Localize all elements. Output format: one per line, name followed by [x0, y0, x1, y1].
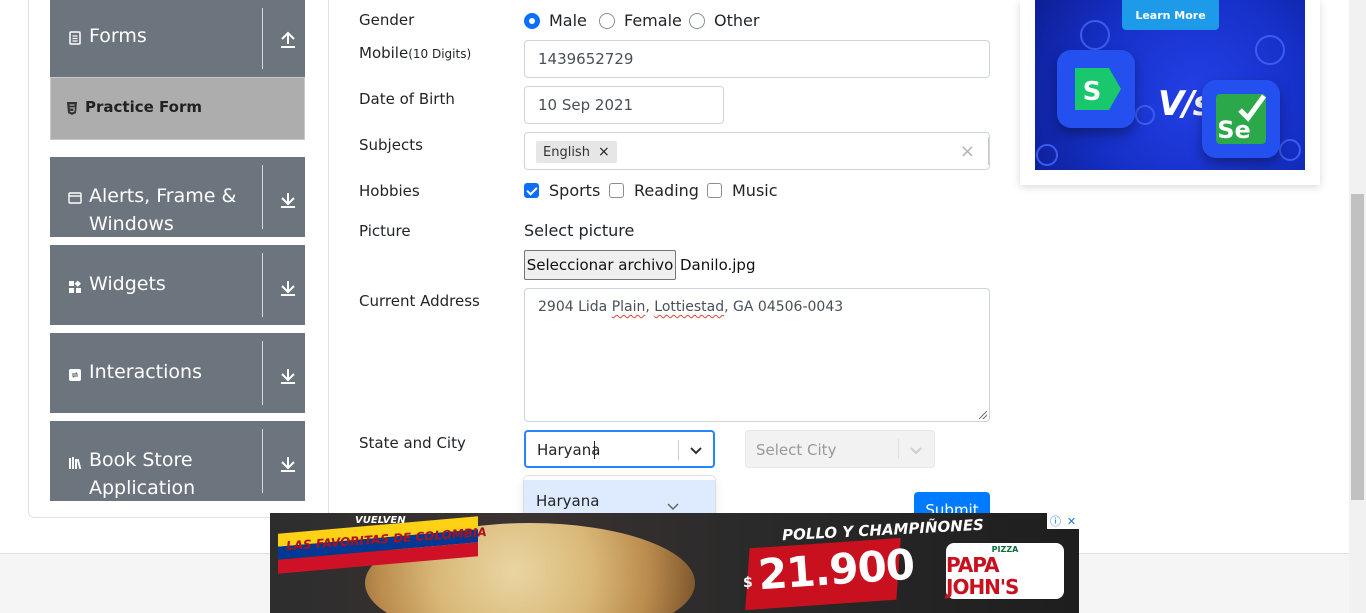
state-city-label: State and City [359, 434, 466, 452]
radio-button[interactable] [599, 12, 615, 29]
sidebar-group-label: Book Store [89, 449, 193, 471]
ad-banner-bottom[interactable]: VUELVEN LAS FAVORITAS DE COLOMBIA POLLO … [270, 513, 1079, 613]
hobby-checkbox-reading[interactable]: Reading [609, 181, 699, 200]
radio-button[interactable] [524, 12, 540, 29]
learn-more-button[interactable]: Learn More [1122, 0, 1219, 30]
selenium-logo: Se [1202, 80, 1280, 158]
gender-radio-male[interactable]: Male [524, 11, 587, 30]
chevron-down-icon [667, 503, 679, 511]
hobby-checkbox-sports[interactable]: Sports [524, 181, 600, 200]
document-icon [69, 31, 81, 45]
state-dropdown-menu: Haryana [524, 476, 715, 516]
ad-tag: VUELVEN [355, 515, 406, 526]
vertical-scrollbar[interactable] [1349, 0, 1366, 613]
svg-text:S: S [1083, 77, 1102, 107]
selected-file-name: Danilo.jpg [680, 256, 756, 274]
sidebar-group-label: Forms [89, 25, 147, 47]
ad-choices[interactable]: ⓘ ✕ [1047, 513, 1079, 529]
arrow-down-icon[interactable] [278, 190, 298, 210]
sidebar-group-alerts[interactable]: Alerts, Frame & Windows [50, 157, 305, 237]
picture-label: Picture [359, 222, 411, 240]
hobbies-label: Hobbies [359, 182, 420, 200]
arrow-down-icon[interactable] [278, 278, 298, 298]
picture-prompt: Select picture [524, 221, 635, 240]
mobile-hint: (10 Digits) [408, 47, 472, 61]
sidebar-group-label: Application [89, 477, 196, 499]
sidebar-group-label: Alerts, Frame & [89, 185, 237, 207]
checkbox-label: Music [732, 181, 778, 200]
city-select-placeholder: Select City [756, 441, 837, 459]
divider [262, 341, 263, 405]
katalon-logo: S [1057, 50, 1135, 128]
subject-chip: English × [536, 141, 617, 163]
date-of-birth-input[interactable]: 10 Sep 2021 [524, 86, 724, 124]
arrow-up-icon[interactable] [278, 30, 298, 50]
radio-label: Female [624, 11, 682, 30]
close-icon[interactable]: ✕ [1067, 515, 1076, 528]
arrow-down-icon[interactable] [278, 366, 298, 386]
current-address-label: Current Address [359, 292, 480, 310]
chevron-down-icon [910, 447, 922, 455]
resize-handle[interactable] [979, 411, 987, 419]
choose-file-button[interactable]: Seleccionar archivo [524, 250, 676, 280]
sidebar-group-book-store[interactable]: Book Store Application [50, 421, 305, 501]
sidebar-item-label: Practice Form [85, 98, 202, 116]
divider [988, 137, 989, 165]
divider [262, 8, 263, 69]
papa-johns-logo: PIZZA PAPA JOHN'S [946, 543, 1064, 599]
books-icon [69, 457, 82, 470]
sidebar-group-interactions[interactable]: Interactions [50, 333, 305, 413]
arrow-down-icon[interactable] [278, 454, 298, 474]
mobile-input[interactable]: 1439652729 [524, 40, 990, 78]
html5-icon [67, 102, 77, 115]
chevron-down-icon[interactable] [689, 443, 703, 457]
divider [262, 253, 263, 317]
state-select[interactable]: Haryana [524, 430, 715, 468]
hobby-checkbox-music[interactable]: Music [707, 181, 778, 200]
interactions-icon [69, 369, 81, 381]
checkbox-label: Reading [634, 181, 699, 200]
widgets-icon [69, 280, 81, 293]
divider [678, 440, 679, 460]
divider [262, 165, 263, 229]
ad-currency: $ [743, 575, 753, 591]
sidebar-item-practice-form[interactable]: Practice Form [50, 77, 305, 140]
clear-icon[interactable]: × [960, 141, 975, 162]
state-option[interactable]: Haryana [524, 480, 715, 516]
radio-label: Other [714, 11, 760, 30]
ad-banner-top[interactable]: Learn More S V/s Se [1020, 0, 1320, 185]
radio-label: Male [549, 11, 587, 30]
divider [898, 439, 899, 459]
svg-text:Se: Se [1217, 116, 1251, 144]
subjects-input[interactable]: English × × [524, 132, 990, 170]
checkbox[interactable] [524, 183, 539, 198]
mobile-label: Mobile(10 Digits) [359, 44, 472, 62]
checkbox[interactable] [609, 183, 624, 198]
divider [262, 429, 263, 493]
sidebar-group-label: Interactions [89, 361, 202, 383]
dob-label: Date of Birth [359, 90, 455, 108]
current-address-textarea[interactable]: 2904 Lida Plain, Lottiestad, GA 04506-00… [524, 288, 990, 422]
radio-button[interactable] [689, 12, 705, 29]
info-icon[interactable]: ⓘ [1050, 513, 1061, 529]
sidebar-group-forms[interactable]: Forms [50, 0, 305, 77]
scrollbar-thumb[interactable] [1351, 194, 1364, 500]
sidebar-group-widgets[interactable]: Widgets [50, 245, 305, 325]
checkbox-label: Sports [549, 181, 601, 200]
city-select[interactable]: Select City [745, 430, 935, 468]
gender-radio-female[interactable]: Female [599, 11, 682, 30]
sidebar-group-label: Windows [89, 213, 174, 235]
gender-radio-other[interactable]: Other [689, 11, 759, 30]
chip-remove-icon[interactable]: × [598, 144, 610, 160]
browser-window-icon [68, 192, 82, 204]
checkbox[interactable] [707, 183, 722, 198]
subjects-label: Subjects [359, 136, 423, 154]
ad-image[interactable]: Learn More S V/s Se [1035, 0, 1305, 170]
state-select-value: Haryana [537, 441, 601, 459]
text-cursor [594, 441, 595, 459]
sidebar-group-label: Widgets [89, 273, 166, 295]
gender-label: Gender [359, 11, 415, 29]
